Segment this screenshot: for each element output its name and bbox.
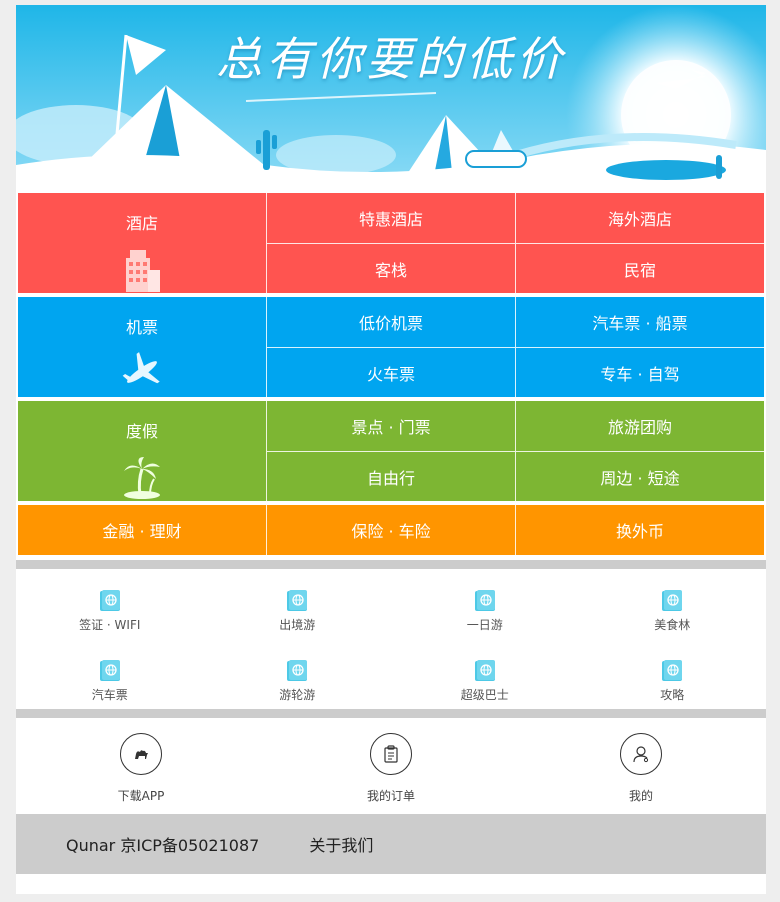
finance-category: 金融 · 理财 保险 · 车险 换外币 — [18, 505, 764, 555]
clipboard-icon — [370, 733, 412, 775]
service-label: 超级巴士 — [460, 688, 509, 702]
train-ticket-button[interactable]: 火车票 — [266, 347, 515, 397]
camel-icon — [120, 733, 162, 775]
globe-icon — [662, 590, 683, 611]
free-travel-button[interactable]: 自由行 — [266, 451, 515, 501]
service-label: 签证 · WIFI — [79, 618, 141, 632]
my-orders-button[interactable]: 我的订单 — [266, 719, 516, 815]
service-grid: 签证 · WIFI 出境游 一日游 美食林 汽车票 游轮游 超级巴士 攻略 — [16, 569, 766, 709]
finance-button[interactable]: 金融 · 理财 — [18, 505, 266, 555]
service-label: 游轮游 — [279, 688, 316, 702]
service-food[interactable]: 美食林 — [579, 569, 767, 639]
flight-main-label: 机票 — [125, 318, 158, 337]
footer: Qunar 京ICP备05021087 关于我们 — [16, 814, 766, 874]
service-guide[interactable]: 攻略 — [579, 639, 767, 709]
globe-icon — [99, 590, 120, 611]
globe-icon — [99, 660, 120, 681]
nav-label: 下载APP — [117, 789, 165, 803]
hotel-main-label: 酒店 — [125, 214, 158, 233]
inn-button[interactable]: 客栈 — [266, 243, 515, 293]
globe-icon — [662, 660, 683, 681]
service-label: 攻略 — [660, 688, 685, 702]
hotel-category: 酒店 特惠酒店 海外酒店 客栈 民宿 — [18, 193, 764, 293]
insurance-button[interactable]: 保险 · 车险 — [266, 505, 515, 555]
overseas-hotel-button[interactable]: 海外酒店 — [515, 193, 764, 243]
flight-category: 机票 低价机票 汽车票 · 船票 火车票 专车 · 自驾 — [18, 297, 764, 397]
globe-icon — [474, 590, 495, 611]
about-us-link[interactable]: 关于我们 — [309, 832, 373, 856]
divider — [16, 709, 766, 718]
bus-ferry-button[interactable]: 汽车票 · 船票 — [515, 297, 764, 347]
vacation-main-label: 度假 — [125, 422, 158, 441]
nav-label: 我的 — [628, 789, 653, 803]
homestay-button[interactable]: 民宿 — [515, 243, 764, 293]
promo-banner[interactable]: 总有你要的低价 — [16, 5, 766, 191]
service-cruise[interactable]: 游轮游 — [204, 639, 392, 709]
cheap-flight-button[interactable]: 低价机票 — [266, 297, 515, 347]
palm-tree-icon — [120, 454, 164, 499]
airplane-icon — [120, 350, 164, 394]
hotel-main-button[interactable]: 酒店 — [18, 193, 266, 293]
nav-label: 我的订单 — [366, 789, 415, 803]
nearby-trip-button[interactable]: 周边 · 短途 — [515, 451, 764, 501]
service-label: 汽车票 — [91, 688, 128, 702]
my-account-button[interactable]: 我的 — [516, 719, 766, 815]
vacation-main-button[interactable]: 度假 — [18, 401, 266, 501]
icp-license: Qunar 京ICP备05021087 — [66, 836, 260, 855]
globe-icon — [287, 660, 308, 681]
flight-main-button[interactable]: 机票 — [18, 297, 266, 397]
divider — [16, 560, 766, 569]
download-app-button[interactable]: 下载APP — [16, 719, 266, 815]
page: 总有你要的低价 酒店 特惠酒店 海外酒店 客栈 民宿 机票 低价机票 汽车票 ·… — [16, 5, 766, 894]
service-super-bus[interactable]: 超级巴士 — [391, 639, 579, 709]
car-rental-button[interactable]: 专车 · 自驾 — [515, 347, 764, 397]
service-bus[interactable]: 汽车票 — [16, 639, 204, 709]
banner-title: 总有你要的低价 — [216, 32, 566, 86]
globe-icon — [474, 660, 495, 681]
currency-exchange-button[interactable]: 换外币 — [515, 505, 764, 555]
group-tour-button[interactable]: 旅游团购 — [515, 401, 764, 451]
attraction-ticket-button[interactable]: 景点 · 门票 — [266, 401, 515, 451]
building-icon — [120, 246, 164, 292]
user-icon — [620, 733, 662, 775]
service-day-trip[interactable]: 一日游 — [391, 569, 579, 639]
vacation-category: 度假 景点 · 门票 旅游团购 自由行 周边 · 短途 — [18, 401, 764, 501]
service-outbound[interactable]: 出境游 — [204, 569, 392, 639]
special-hotel-button[interactable]: 特惠酒店 — [266, 193, 515, 243]
service-label: 出境游 — [279, 618, 316, 632]
service-label: 美食林 — [654, 618, 691, 632]
globe-icon — [287, 590, 308, 611]
service-label: 一日游 — [466, 618, 503, 632]
service-visa-wifi[interactable]: 签证 · WIFI — [16, 569, 204, 639]
bottom-nav: 下载APP 我的订单 我的 — [16, 719, 766, 815]
